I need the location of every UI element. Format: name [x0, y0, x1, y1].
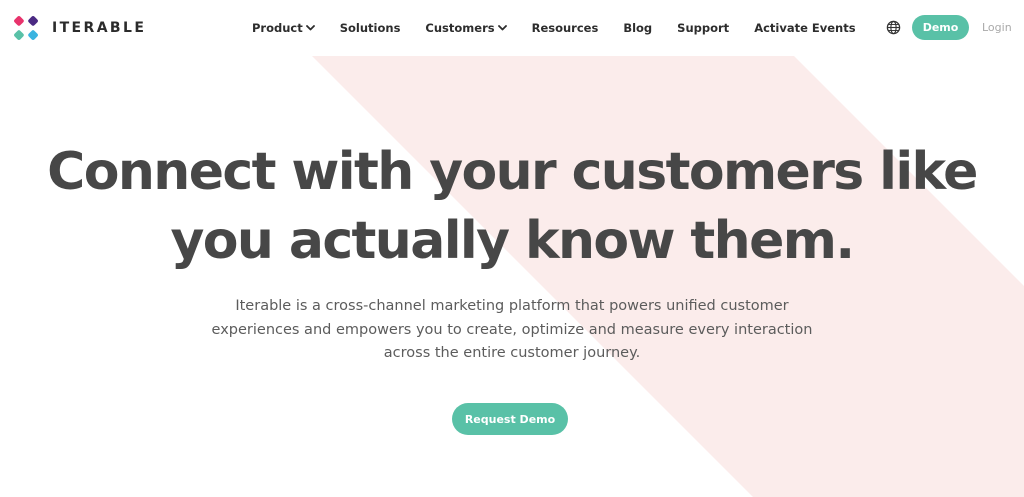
nav-item-label: Resources — [531, 21, 599, 35]
page: ITERABLE Product Solutions Customers Res… — [0, 0, 1024, 497]
nav-item-activate-events[interactable]: Activate Events — [754, 21, 855, 35]
nav-item-label: Customers — [425, 21, 495, 35]
nav-item-support[interactable]: Support — [677, 21, 729, 35]
demo-button[interactable]: Demo — [912, 15, 969, 40]
nav-item-product[interactable]: Product — [252, 21, 315, 35]
chevron-down-icon — [305, 25, 315, 31]
headline-line-1: Connect with your customers like — [47, 142, 978, 202]
nav-item-customers[interactable]: Customers — [425, 21, 507, 35]
request-demo-button[interactable]: Request Demo — [452, 403, 568, 435]
site-header: ITERABLE Product Solutions Customers Res… — [0, 0, 1024, 56]
login-link[interactable]: Login — [982, 21, 1012, 34]
hero-headline: Connect with your customers like you act… — [0, 138, 1024, 276]
nav-item-solutions[interactable]: Solutions — [340, 21, 401, 35]
globe-icon[interactable] — [886, 20, 901, 35]
logo-wordmark: ITERABLE — [52, 20, 147, 36]
description-line-2: experiences and empowers you to create, … — [211, 321, 813, 338]
nav-item-label: Blog — [623, 21, 653, 35]
nav-item-label: Support — [677, 21, 730, 35]
hero-description: Iterable is a cross-channel marketing pl… — [200, 295, 824, 366]
logo-mark-icon — [14, 16, 38, 40]
description-line-3: across the entire customer journey. — [383, 345, 641, 361]
nav-item-label: Solutions — [339, 21, 401, 35]
nav-item-blog[interactable]: Blog — [623, 21, 652, 35]
chevron-down-icon — [497, 25, 507, 31]
nav-item-label: Product — [252, 21, 303, 35]
nav-item-label: Activate Events — [754, 21, 856, 35]
headline-line-2: you actually know them. — [170, 211, 855, 271]
nav-item-resources[interactable]: Resources — [532, 21, 599, 35]
description-line-1: Iterable is a cross-channel marketing pl… — [235, 298, 789, 314]
iterable-logo[interactable]: ITERABLE — [8, 10, 146, 46]
main-navigation: Product Solutions Customers Resources Bl… — [252, 18, 856, 38]
